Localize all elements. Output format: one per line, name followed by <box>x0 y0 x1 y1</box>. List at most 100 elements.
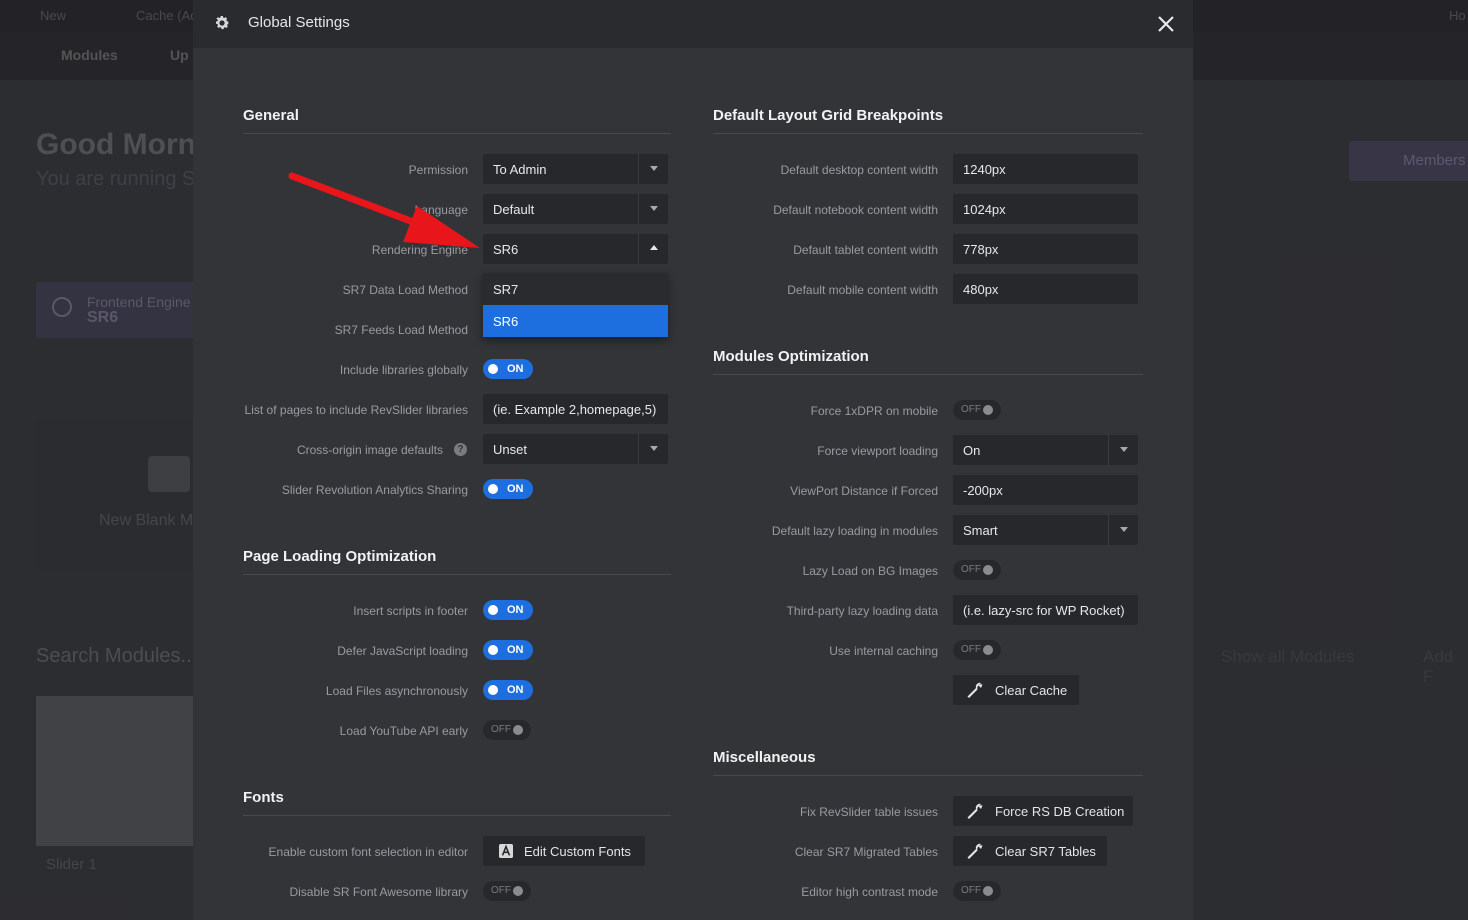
cross-origin-label: Cross-origin image defaults <box>296 443 443 457</box>
edit-custom-fonts-label: Edit Custom Fonts <box>524 844 631 859</box>
desktop-width-input[interactable]: 1240px <box>953 154 1138 184</box>
dropdown-option-sr7[interactable]: SR7 <box>483 273 668 305</box>
clear-cache-button[interactable]: Clear Cache <box>953 675 1079 705</box>
toggle-knob <box>983 886 993 896</box>
language-value: Default <box>493 202 535 217</box>
rendering-engine-dropdown: SR7 SR6 <box>483 273 668 337</box>
force-rs-db-button[interactable]: Force RS DB Creation <box>953 796 1133 826</box>
chevron-down-icon <box>638 194 668 224</box>
toggle-knob <box>488 685 498 695</box>
toggle-knob <box>513 886 523 896</box>
clear-sr7-button-label: Clear SR7 Tables <box>995 844 1096 859</box>
wrench-icon <box>967 843 983 859</box>
tablet-width-label: Default tablet content width <box>793 243 938 257</box>
close-icon[interactable] <box>1155 13 1177 35</box>
analytics-label: Slider Revolution Analytics Sharing <box>281 483 468 497</box>
cross-origin-value: Unset <box>493 442 527 457</box>
chevron-down-icon <box>1108 515 1138 545</box>
contrast-toggle[interactable]: OFF <box>953 881 1001 901</box>
language-select[interactable]: Default <box>483 194 668 224</box>
caching-toggle[interactable]: OFF <box>953 640 1001 660</box>
divider <box>713 374 1143 375</box>
rendering-engine-select[interactable]: SR6 <box>483 234 668 264</box>
distance-input[interactable]: -200px <box>953 475 1138 505</box>
rendering-engine-label: Rendering Engine <box>371 243 468 257</box>
toggle-knob <box>983 645 993 655</box>
youtube-toggle[interactable]: OFF <box>483 720 531 740</box>
contrast-label: Editor high contrast mode <box>801 885 938 899</box>
footer-toggle[interactable]: ON <box>483 600 533 620</box>
notebook-width-input[interactable]: 1024px <box>953 194 1138 224</box>
defer-toggle[interactable]: ON <box>483 640 533 660</box>
global-settings-modal: Global Settings General Permission To Ad… <box>193 0 1193 920</box>
distance-label: ViewPort Distance if Forced <box>790 484 938 498</box>
toggle-state: OFF <box>961 564 981 575</box>
toggle-knob <box>488 484 498 494</box>
wrench-icon <box>967 682 983 698</box>
async-label: Load Files asynchronously <box>325 684 468 698</box>
toggle-knob <box>488 364 498 374</box>
sr7-data-label: SR7 Data Load Method <box>342 283 468 297</box>
clear-sr7-label: Clear SR7 Migrated Tables <box>794 845 938 859</box>
dpr-toggle[interactable]: OFF <box>953 400 1001 420</box>
analytics-toggle[interactable]: ON <box>483 479 533 499</box>
mobile-width-label: Default mobile content width <box>787 283 938 297</box>
mobile-width-input[interactable]: 480px <box>953 274 1138 304</box>
sr7-feeds-label: SR7 Feeds Load Method <box>334 323 468 337</box>
fix-tables-label: Fix RevSlider table issues <box>799 805 938 819</box>
modal-header: Global Settings <box>193 0 1193 48</box>
clear-cache-label: Clear Cache <box>995 683 1068 698</box>
third-party-label: Third-party lazy loading data <box>786 604 938 618</box>
lazy-select[interactable]: Smart <box>953 515 1138 545</box>
viewport-select[interactable]: On <box>953 435 1138 465</box>
toggle-state: ON <box>507 604 524 616</box>
divider <box>243 133 671 134</box>
modal-title: Global Settings <box>248 14 350 31</box>
toggle-knob <box>983 565 993 575</box>
viewport-value: On <box>963 443 981 458</box>
dropdown-option-sr6[interactable]: SR6 <box>483 305 668 337</box>
dpr-label: Force 1xDPR on mobile <box>810 404 938 418</box>
fonts-heading: Fonts <box>243 789 284 806</box>
toggle-state: OFF <box>961 644 981 655</box>
youtube-label: Load YouTube API early <box>339 724 468 738</box>
tablet-width-input[interactable]: 778px <box>953 234 1138 264</box>
toggle-state: ON <box>507 483 524 495</box>
cross-origin-select[interactable]: Unset <box>483 434 668 464</box>
divider <box>243 815 671 816</box>
misc-heading: Miscellaneous <box>713 749 816 766</box>
language-label: Language <box>414 203 468 217</box>
divider <box>713 775 1143 776</box>
edit-custom-fonts-button[interactable]: Edit Custom Fonts <box>483 836 645 866</box>
footer-label: Insert scripts in footer <box>353 604 468 618</box>
viewport-label: Force viewport loading <box>817 444 938 458</box>
include-libs-toggle[interactable]: ON <box>483 359 533 379</box>
notebook-width-label: Default notebook content width <box>773 203 938 217</box>
toggle-state: ON <box>507 644 524 656</box>
permission-select[interactable]: To Admin <box>483 154 668 184</box>
toggle-state: OFF <box>491 724 511 735</box>
font-awesome-toggle[interactable]: OFF <box>483 881 531 901</box>
divider <box>713 133 1143 134</box>
force-rs-db-label: Force RS DB Creation <box>995 804 1125 819</box>
toggle-knob <box>513 725 523 735</box>
bg-lazy-label: Lazy Load on BG Images <box>802 564 938 578</box>
toggle-state: OFF <box>961 885 981 896</box>
help-icon[interactable]: ? <box>454 443 467 456</box>
third-party-input[interactable]: (i.e. lazy-src for WP Rocket) <box>953 595 1138 625</box>
modules-opt-heading: Modules Optimization <box>713 348 869 365</box>
pages-list-input[interactable]: (ie. Example 2,homepage,5) <box>483 394 668 424</box>
rendering-engine-value: SR6 <box>493 242 519 257</box>
bg-lazy-toggle[interactable]: OFF <box>953 560 1001 580</box>
include-libs-label: Include libraries globally <box>339 363 468 377</box>
toggle-state: OFF <box>961 404 981 415</box>
chevron-down-icon <box>638 434 668 464</box>
toggle-state: ON <box>507 363 524 375</box>
grid-heading: Default Layout Grid Breakpoints <box>713 107 944 124</box>
gear-icon <box>216 16 230 30</box>
async-toggle[interactable]: ON <box>483 680 533 700</box>
general-heading: General <box>243 107 299 124</box>
clear-sr7-button[interactable]: Clear SR7 Tables <box>953 836 1107 866</box>
font-icon <box>499 844 513 858</box>
page-loading-heading: Page Loading Optimization <box>243 548 437 565</box>
